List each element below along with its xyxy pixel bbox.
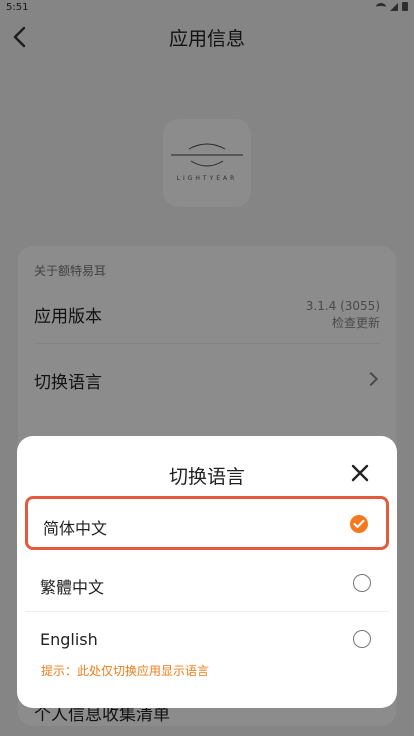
close-button[interactable] [349, 462, 371, 484]
radio-unchecked-icon [353, 630, 371, 648]
option-label: 简体中文 [43, 519, 108, 538]
option-traditional-chinese[interactable]: 繁體中文 [25, 558, 389, 612]
option-simplified-chinese[interactable]: 简体中文 [25, 496, 389, 550]
sheet-title: 切换语言 [168, 466, 245, 488]
close-icon [351, 464, 369, 482]
option-label: 繁體中文 [40, 578, 105, 597]
radio-unchecked-icon [353, 574, 371, 592]
option-label: English [40, 630, 98, 649]
radio-checked-icon [350, 515, 368, 533]
language-hint: 提示：此处仅切换应用显示语言 [41, 664, 210, 678]
option-english[interactable]: English [25, 614, 389, 668]
check-icon [353, 519, 365, 528]
language-sheet: 切换语言 简体中文 繁體中文 English 提示：此处仅切换应用显示语言 [17, 436, 397, 708]
